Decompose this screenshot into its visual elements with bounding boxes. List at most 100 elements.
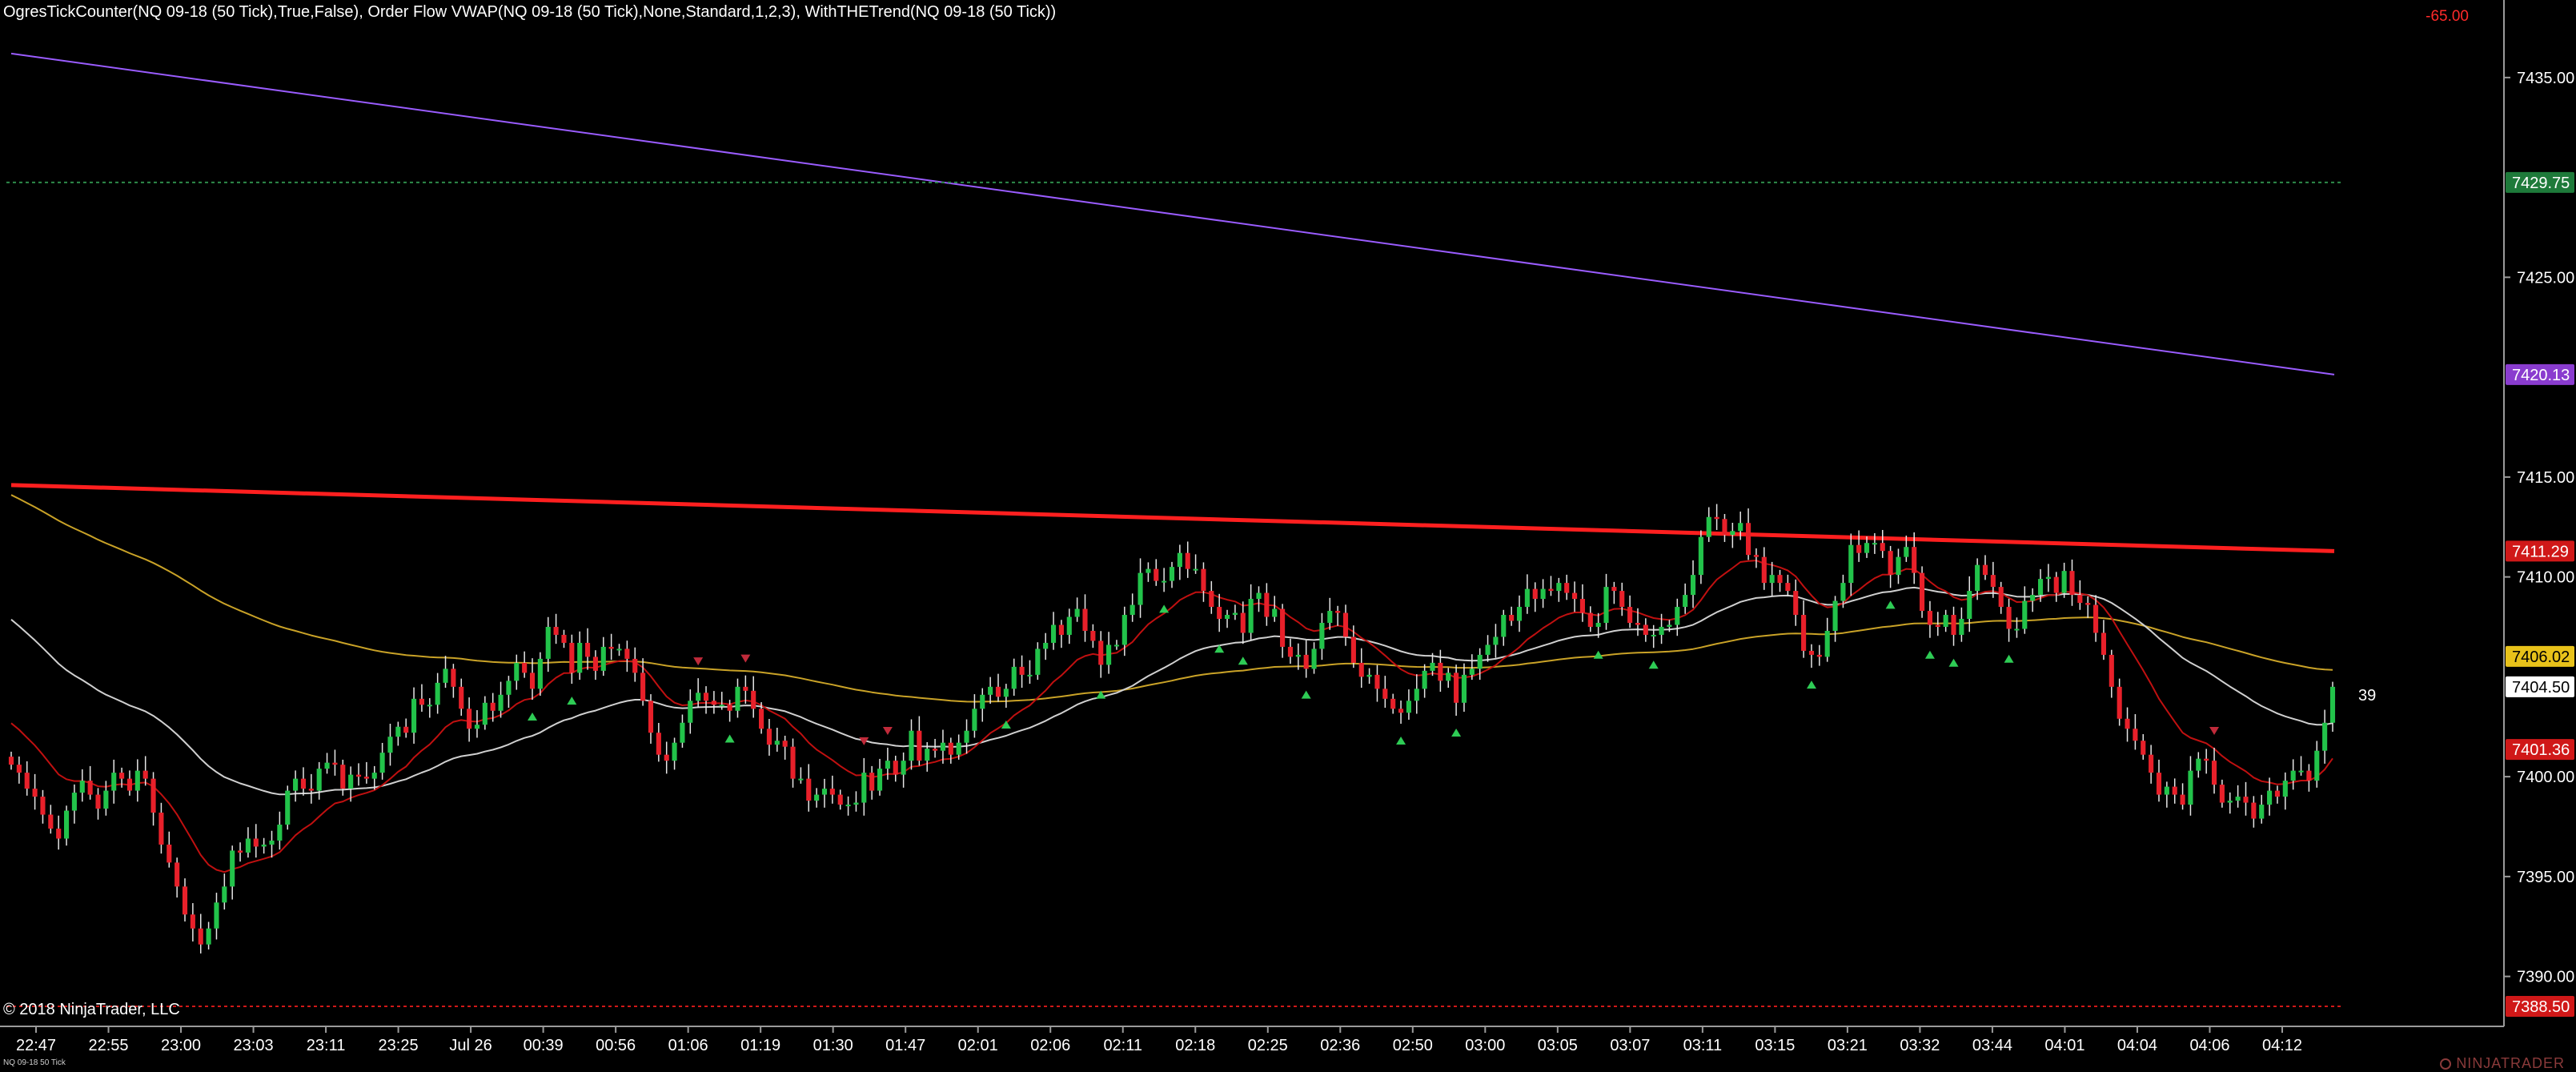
candle-up [1824,630,1830,657]
x-tick-label: 02:25 [1248,1037,1288,1054]
candle-down [1856,544,1862,553]
candle-down [1746,523,1751,556]
candle-down [182,886,188,915]
candle-down [95,794,101,809]
candle-up [1493,636,1499,645]
candle-up [379,753,385,773]
candle-up [1967,591,1972,620]
candle-down [332,762,338,765]
candle-down [766,729,772,745]
candle-down [782,741,788,747]
x-tick-label: 02:06 [1030,1037,1070,1054]
price-chart[interactable]: 7435.00 7425.00 7415.00 7410.00 7400.00 7395.… [0,0,2576,1072]
candle-up [814,794,820,801]
candle-down [1019,666,1025,675]
y-tick-label: 7415.00 [2517,469,2574,487]
candle-down [32,789,38,797]
candle-down [198,928,203,945]
candle-up [1864,543,1870,553]
candle-up [395,726,401,737]
x-tick-label: 03:07 [1610,1037,1650,1054]
buy-signal-arrow [1648,660,1659,669]
buy-signal-arrow [1159,604,1170,613]
candle-up [1027,674,1033,677]
candle-up [1730,531,1735,536]
candle-up [774,741,780,745]
sell-signal-arrow [2209,726,2220,735]
candle-up [680,722,685,743]
price-marker-label: 7404.50 [2512,679,2570,697]
candle-up [2298,770,2304,773]
candle-down [40,797,46,815]
candle-up [821,789,828,795]
candle-up [2196,758,2201,771]
candle-up [79,781,85,793]
y-tick-label: 7425.00 [2517,269,2574,287]
candle-up [1485,644,1491,655]
candle-up [1516,607,1523,621]
candle-up [103,790,109,809]
candle-up [1430,662,1435,671]
candle-up [222,886,227,903]
candle-up [672,742,677,761]
candle-up [474,725,480,729]
candle-down [1880,543,1885,552]
candle-up [2329,686,2336,723]
x-tick-label: 01:06 [668,1037,708,1054]
candle-down [1438,662,1443,681]
candle-up [269,840,275,845]
candle-down [1082,608,1088,631]
candle-up [925,749,930,761]
candle-down [1572,592,1578,600]
candle-down [1761,556,1767,584]
candle-up [293,778,299,791]
candle-down [2117,686,2122,719]
candle-up [514,662,520,681]
sell-signal-arrow [740,654,751,663]
candle-up [1943,615,1948,627]
candle-up [901,761,906,775]
sell-signal-arrow [693,657,704,666]
candle-down [1454,673,1459,703]
candle-down [300,778,307,789]
candle-down [917,730,922,761]
candle-down [24,773,30,789]
candle-up [2267,790,2273,805]
candle-down [2156,773,2162,795]
candle-up [63,810,70,839]
candle-down [829,789,835,795]
candle-down [48,814,54,829]
candle-down [2133,729,2138,741]
ema-slow-line [10,494,2333,703]
candle-up [371,773,377,779]
candle-down [751,690,756,709]
candle-up [988,686,993,695]
candle-down [1611,587,1617,592]
candle-down [608,646,614,649]
candle-down [459,686,464,709]
x-tick-label: 04:06 [2189,1037,2229,1054]
candle-down [403,726,409,733]
candle-up [956,742,961,755]
candle-up [1904,547,1909,557]
candle-down [1090,630,1096,641]
candle-up [1224,615,1230,620]
candle-down [869,773,875,791]
x-tick-label: 01:47 [885,1037,925,1054]
candle-down [142,770,148,779]
candle-up [1146,568,1151,573]
candle-down [1509,615,1515,621]
candle-down [2274,790,2281,797]
candle-down [893,761,898,775]
candle-up [1011,666,1017,689]
candle-up [1193,568,1198,571]
candle-up [443,668,448,683]
candle-down [1240,612,1246,633]
candle-down [175,862,180,887]
candle-up [1232,612,1238,616]
candle-down [2172,786,2177,795]
candle-up [214,902,219,929]
candle-up [1177,552,1182,568]
candle-down [1217,607,1222,620]
candle-down [419,698,424,705]
